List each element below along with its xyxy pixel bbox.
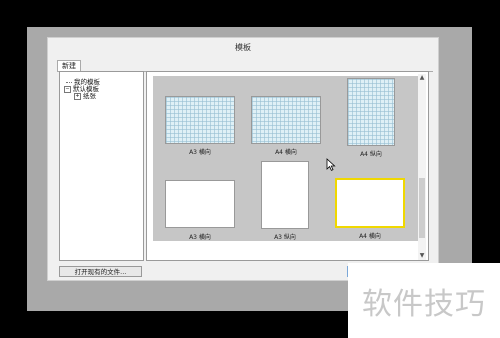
template-label: A3 横向 (189, 234, 211, 241)
template-thumbnail[interactable] (165, 180, 235, 228)
watermark-area: 软件技巧 (348, 263, 500, 338)
template-preview-pane: A3 横向 A4 横向 A4 纵向 A3 横向 A3 纵向 A4 横向 ▲ ▼ (146, 71, 429, 261)
template-label: A4 横向 (359, 233, 381, 240)
scrollbar-thumb[interactable] (419, 178, 425, 238)
template-label: A4 纵向 (360, 151, 382, 158)
tree-item-paper[interactable]: + 纸张 (74, 90, 96, 100)
template-label: A3 横向 (189, 149, 211, 156)
template-grid: A3 横向 A4 横向 A4 纵向 A3 横向 A3 纵向 A4 横向 (153, 76, 419, 241)
tree-item-label: 纸张 (83, 92, 96, 100)
scroll-up-icon[interactable]: ▲ (418, 74, 426, 82)
mouse-cursor-icon (326, 158, 336, 171)
scroll-down-icon[interactable]: ▼ (418, 252, 426, 260)
template-thumbnail-selected[interactable] (335, 178, 405, 228)
template-thumbnail[interactable] (251, 96, 321, 144)
template-thumbnail[interactable] (347, 78, 395, 146)
template-label: A3 纵向 (274, 234, 296, 241)
dialog-title: 模板 (235, 43, 251, 52)
template-thumbnail[interactable] (261, 161, 309, 229)
collapse-icon[interactable]: − (64, 85, 71, 93)
template-tree: 我的模板 − 默认模板 + 纸张 (59, 71, 144, 261)
template-dialog: 模板 新建 我的模板 − 默认模板 + 纸张 A3 横向 A4 横向 A4 纵向 A… (47, 37, 439, 281)
template-thumbnail[interactable] (165, 96, 235, 144)
vertical-scrollbar[interactable]: ▲ ▼ (418, 74, 426, 260)
watermark-text: 软件技巧 (362, 287, 486, 322)
template-label: A4 横向 (275, 149, 297, 156)
open-existing-file-button[interactable]: 打开现有的文件... (59, 266, 142, 277)
expand-icon[interactable]: + (74, 92, 81, 100)
